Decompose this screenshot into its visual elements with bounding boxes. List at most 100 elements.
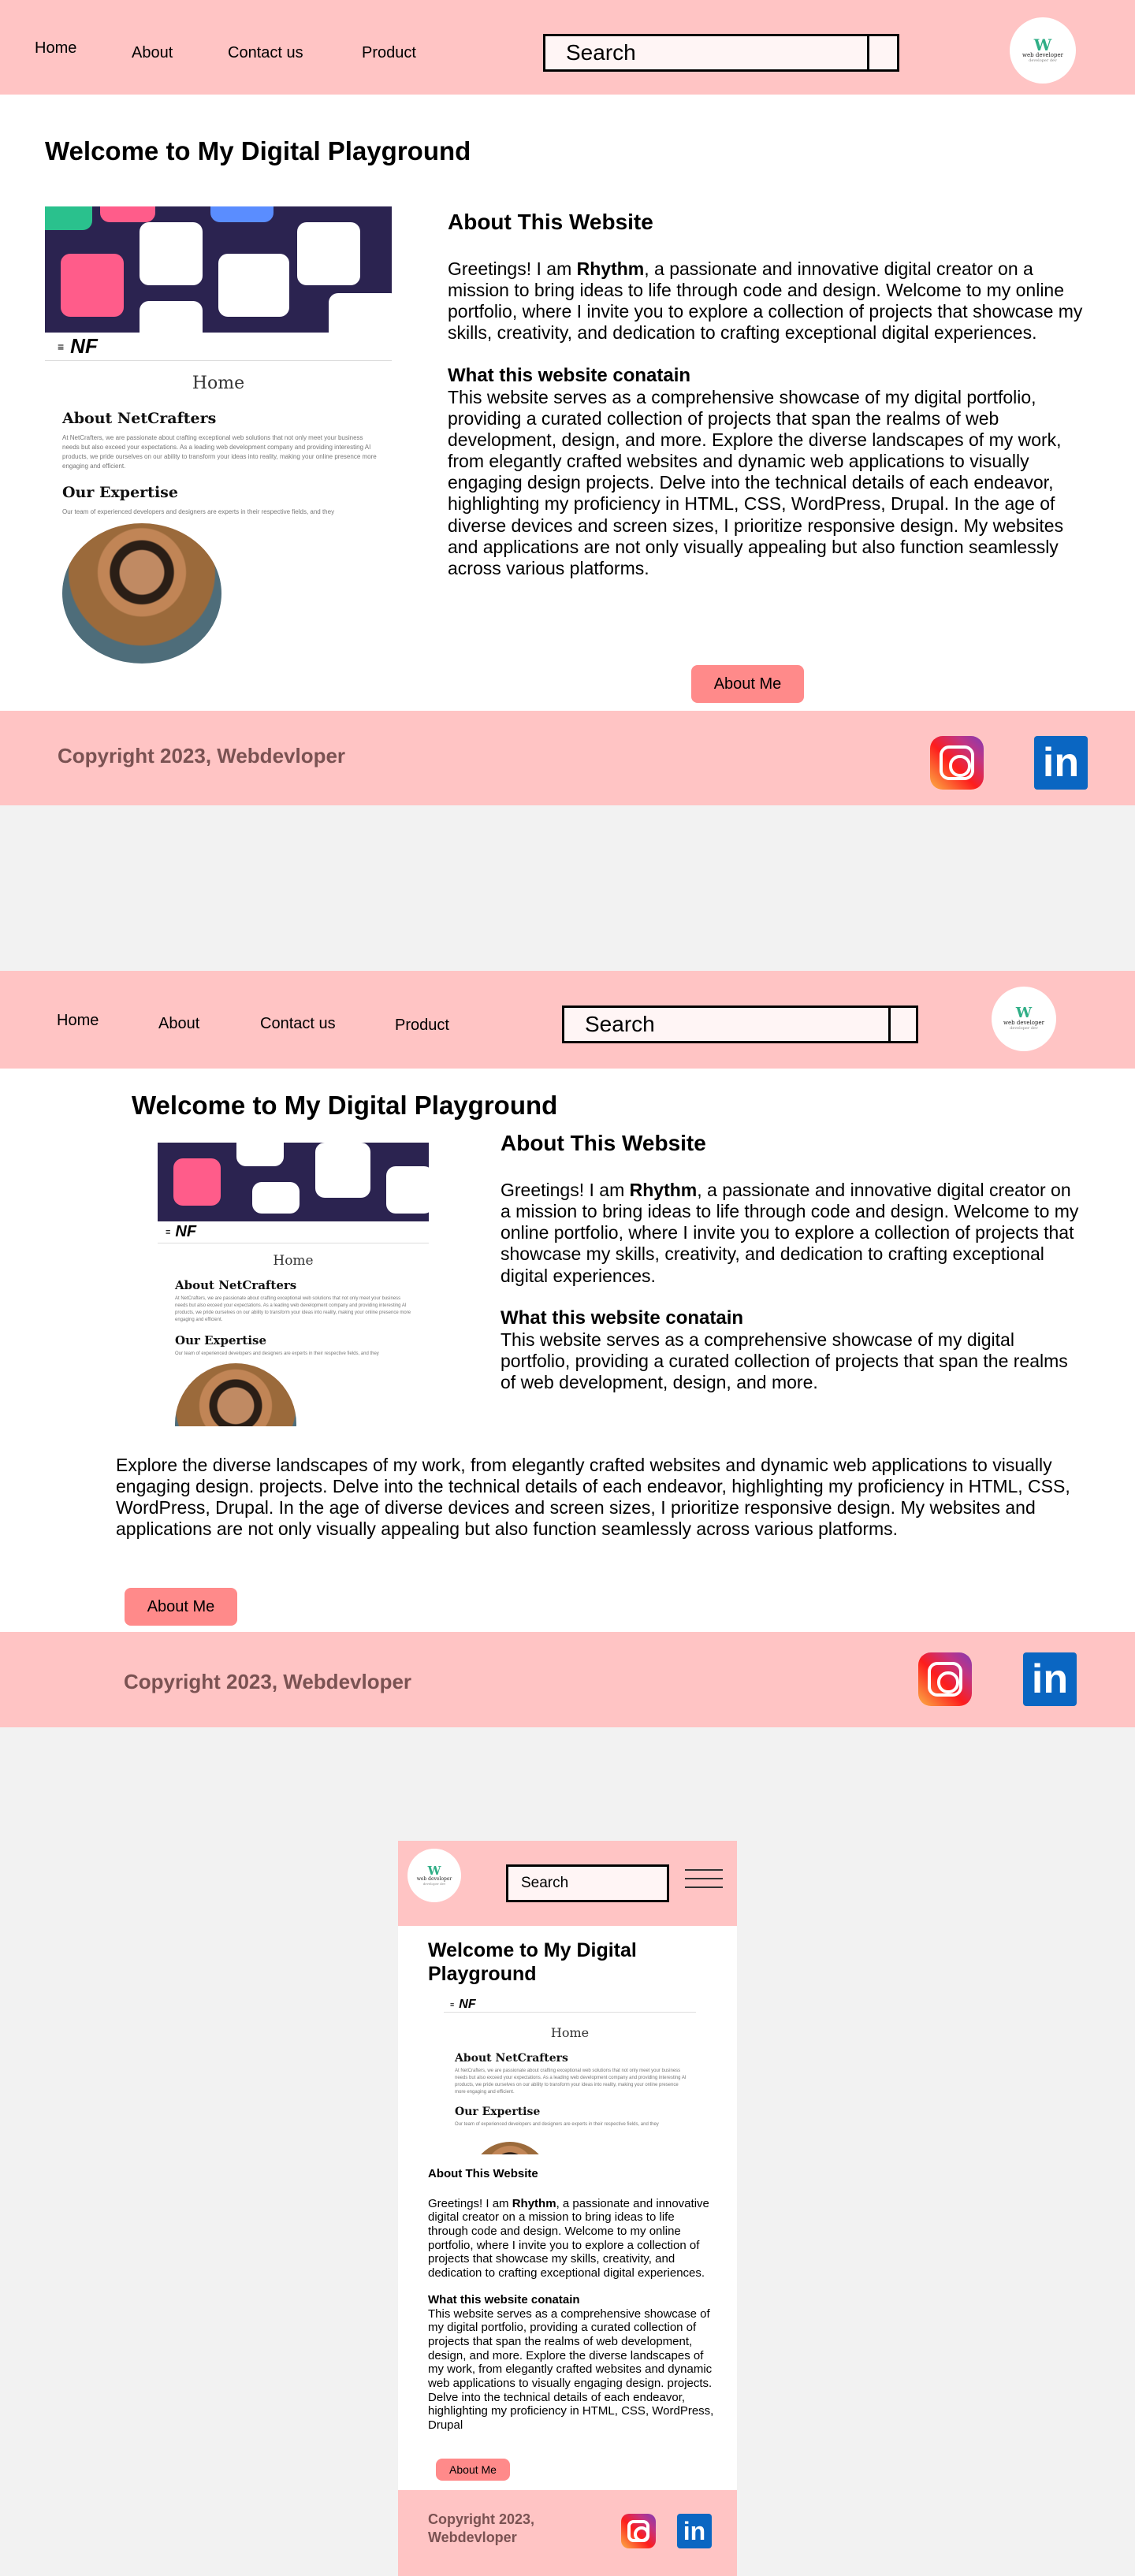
logo-icon[interactable]: W web developer developer dev [992, 987, 1056, 1051]
intro-before: Greetings! I am [448, 258, 577, 280]
apps-banner [158, 1143, 429, 1221]
contain-text-part1: This website serves as a comprehensive s… [501, 1329, 1068, 1393]
preview-about-text: At NetCrafters, we are passionate about … [455, 2069, 687, 2095]
logo-mark: W [1033, 35, 1052, 55]
nav-home-link[interactable]: Home [35, 39, 76, 58]
nav-contact-link[interactable]: Contact us [260, 1015, 336, 1033]
preview-navbar: ≡ NF [444, 1997, 696, 2013]
preview-expertise-heading: Our Expertise [175, 1333, 267, 1347]
logo-mark: W [1015, 1005, 1033, 1022]
preview-home-title: Home [192, 374, 245, 393]
about-heading: About This Website [428, 2167, 538, 2180]
portfolio-preview-image: ≡ NF Home About NetCrafters At NetCrafte… [158, 1143, 429, 1426]
preview-about-text: At NetCrafters, we are passionate about … [175, 1296, 411, 1322]
about-section: About This Website Greetings! I am Rhyth… [501, 1130, 1084, 1393]
nav-about-link[interactable]: About [132, 44, 173, 62]
logo-tagline: developer dev [422, 1881, 446, 1886]
contain-heading: What this website conatain [501, 1307, 744, 1329]
search-placeholder: Search [585, 1012, 655, 1036]
author-name: Rhythm [512, 2196, 556, 2210]
portfolio-preview-image: ≡ NF Home About NetCrafters At NetCrafte… [45, 206, 392, 665]
portfolio-preview-image: ≡ NF Home About NetCrafters At NetCrafte… [444, 1997, 696, 2154]
preview-avatar [175, 1363, 296, 1426]
preview-avatar [62, 523, 221, 664]
about-me-button[interactable]: About Me [691, 665, 804, 703]
about-heading: About This Website [448, 210, 653, 234]
contain-heading: What this website conatain [428, 2292, 580, 2307]
preview-about-heading: About NetCrafters [62, 410, 217, 427]
preview-about-text: At NetCrafters, we are passionate about … [62, 434, 377, 470]
preview-expertise-heading: Our Expertise [62, 484, 178, 501]
preview-menu-icon: ≡ [166, 1227, 171, 1237]
instagram-icon[interactable] [918, 1652, 972, 1706]
preview-brand: NF [175, 1223, 197, 1240]
navbar: W web developer developer dev Search [398, 1841, 737, 1926]
nav-contact-link[interactable]: Contact us [228, 44, 303, 62]
preview-expertise-text: Our team of experienced developers and d… [455, 2122, 659, 2127]
about-me-button[interactable]: About Me [436, 2459, 510, 2481]
navbar: Home About Contact us Product Search W w… [0, 0, 1135, 95]
search-button[interactable] [888, 1005, 918, 1043]
instagram-icon[interactable] [930, 736, 984, 790]
preview-navbar: ≡ NF [158, 1221, 429, 1243]
nav-product-link[interactable]: Product [395, 1017, 449, 1035]
contain-text-part2: Explore the diverse landscapes of my wor… [116, 1455, 1070, 1540]
copyright-text: Copyright 2023, Webdevloper [58, 744, 346, 768]
preview-expertise-text: Our team of experienced developers and d… [62, 508, 335, 515]
preview-expertise-text: Our team of experienced developers and d… [175, 1351, 379, 1356]
preview-menu-icon: ≡ [58, 340, 65, 353]
preview-home-title: Home [273, 1253, 314, 1269]
linkedin-icon[interactable]: in [1034, 736, 1088, 790]
nav-home-link[interactable]: Home [57, 1012, 99, 1030]
page-title: Welcome to My Digital Playground [132, 1091, 558, 1120]
logo-icon[interactable]: W web developer developer dev [1010, 17, 1076, 84]
preview-navbar: ≡ NF [45, 333, 392, 361]
preview-menu-icon: ≡ [450, 2000, 455, 2009]
menu-icon[interactable] [685, 1869, 723, 1895]
about-heading: About This Website [501, 1131, 706, 1155]
instagram-icon[interactable] [621, 2514, 656, 2548]
about-me-button[interactable]: About Me [125, 1588, 237, 1626]
linkedin-icon[interactable]: in [677, 2514, 712, 2548]
search-input[interactable]: Search [543, 34, 869, 72]
contain-heading: What this website conatain [448, 364, 691, 386]
about-intro: Greetings! I am Rhythm, a passionate and… [428, 2197, 716, 2280]
page-title: Welcome to My Digital Playground [428, 1939, 637, 1985]
preview-home-title: Home [550, 2025, 590, 2040]
author-name: Rhythm [576, 258, 645, 280]
preview-avatar [471, 2142, 549, 2154]
search-input[interactable]: Search [562, 1005, 891, 1043]
footer: Copyright 2023, Webdevloper in [0, 1632, 1135, 1727]
desktop-layout: Home About Contact us Product Search W w… [0, 0, 1135, 805]
about-section: About This Website Greetings! I am Rhyth… [448, 209, 1094, 579]
search-button[interactable] [867, 34, 899, 72]
apps-banner [45, 206, 392, 348]
about-intro: Greetings! I am Rhythm, a passionate and… [448, 258, 1094, 344]
page-title: Welcome to My Digital Playground [45, 136, 471, 165]
mobile-layout: W web developer developer dev Search Wel… [398, 1841, 737, 2576]
contain-text: This website serves as a comprehensive s… [428, 2307, 714, 2433]
about-section: About This Website Greetings! I am Rhyth… [428, 2167, 716, 2433]
preview-about-heading: About NetCrafters [175, 1278, 297, 1292]
copyright-text: Copyright 2023, Webdevloper [428, 2511, 535, 2545]
tablet-layout: Home About Contact us Product Search W w… [0, 971, 1135, 1727]
copyright-text: Copyright 2023, Webdevloper [124, 1670, 412, 1693]
search-placeholder: Search [566, 40, 636, 65]
preview-brand: NF [459, 1997, 476, 2011]
footer: Copyright 2023, Webdevloper in [398, 2490, 737, 2576]
intro-before: Greetings! I am [428, 2196, 512, 2210]
preview-expertise-heading: Our Expertise [455, 2106, 541, 2118]
linkedin-icon[interactable]: in [1023, 1652, 1077, 1706]
intro-before: Greetings! I am [501, 1180, 630, 1201]
nav-about-link[interactable]: About [158, 1015, 199, 1033]
preview-about-heading: About NetCrafters [455, 2052, 568, 2065]
navbar: Home About Contact us Product Search W w… [0, 971, 1135, 1069]
logo-tagline: developer dev [1010, 1026, 1038, 1032]
nav-product-link[interactable]: Product [362, 44, 416, 62]
about-intro: Greetings! I am Rhythm, a passionate and… [501, 1180, 1084, 1287]
search-input[interactable]: Search [506, 1864, 669, 1902]
contain-text: This website serves as a comprehensive s… [448, 386, 1064, 578]
logo-mark: W [427, 1864, 441, 1878]
logo-icon[interactable]: W web developer developer dev [407, 1849, 461, 1902]
footer: Copyright 2023, Webdevloper in [0, 711, 1135, 805]
